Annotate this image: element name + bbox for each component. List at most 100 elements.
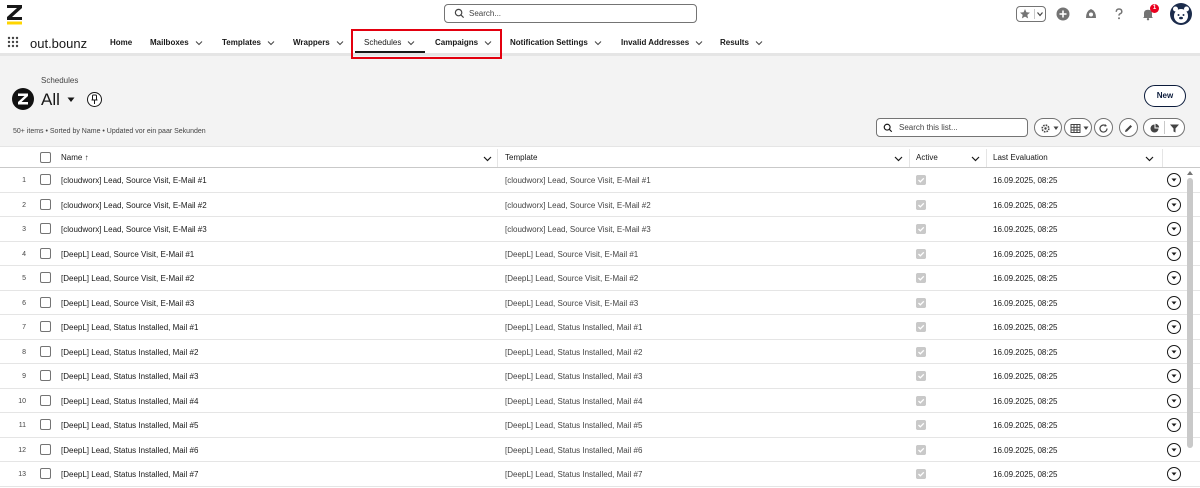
template-link[interactable]: [cloudworx] Lead, Source Visit, E-Mail #… (505, 176, 651, 185)
z-logo-icon[interactable] (6, 3, 24, 25)
column-header-last-evaluation[interactable]: Last Evaluation (993, 153, 1048, 162)
row-checkbox[interactable] (40, 419, 51, 430)
chevron-down-icon[interactable] (594, 39, 602, 47)
row-checkbox[interactable] (40, 468, 51, 479)
chevron-down-icon[interactable] (195, 39, 203, 47)
schedule-name-link[interactable]: [DeepL] Lead, Status Installed, Mail #7 (61, 470, 198, 479)
chevron-down-icon[interactable] (695, 39, 703, 47)
chart-filter-group[interactable] (1143, 118, 1185, 137)
row-checkbox[interactable] (40, 370, 51, 381)
nav-item-invalid-addresses[interactable]: Invalid Addresses (621, 38, 703, 47)
column-divider[interactable] (497, 149, 498, 167)
schedule-name-link[interactable]: [cloudworx] Lead, Source Visit, E-Mail #… (61, 201, 207, 210)
template-link[interactable]: [DeepL] Lead, Source Visit, E-Mail #2 (505, 274, 638, 283)
nav-item-notification-settings[interactable]: Notification Settings (510, 38, 602, 47)
row-checkbox[interactable] (40, 394, 51, 406)
column-header-name[interactable]: Name ↑ (61, 153, 89, 162)
nav-item-results[interactable]: Results (720, 38, 763, 47)
row-checkbox[interactable] (40, 223, 51, 234)
template-link[interactable]: [DeepL] Lead, Status Installed, Mail #5 (505, 421, 642, 430)
row-action-button[interactable] (1167, 173, 1181, 187)
template-link[interactable]: [DeepL] Lead, Status Installed, Mail #4 (505, 397, 642, 406)
template-link[interactable]: [DeepL] Lead, Status Installed, Mail #7 (505, 470, 642, 479)
schedule-name-link[interactable]: [DeepL] Lead, Status Installed, Mail #2 (61, 348, 198, 357)
chevron-down-icon[interactable] (1036, 10, 1044, 18)
select-all-checkbox[interactable] (40, 152, 51, 163)
table-row[interactable]: 5 [DeepL] Lead, Source Visit, E-Mail #2 [D… (0, 266, 1200, 291)
column-divider[interactable] (986, 149, 987, 167)
row-action-button[interactable] (1167, 295, 1181, 310)
template-link[interactable]: [cloudworx] Lead, Source Visit, E-Mail #… (505, 201, 651, 210)
chevron-down-icon[interactable] (971, 154, 980, 163)
avatar[interactable] (1170, 3, 1192, 25)
chevron-down-icon[interactable] (483, 154, 492, 163)
list-view-title[interactable]: All (41, 90, 60, 110)
list-view-picker-icon[interactable] (67, 97, 75, 103)
template-link[interactable]: [DeepL] Lead, Status Installed, Mail #2 (505, 348, 642, 357)
edit-button[interactable] (1119, 118, 1138, 137)
row-action-button[interactable] (1167, 393, 1181, 408)
row-action-button[interactable] (1167, 197, 1181, 212)
schedule-name-link[interactable]: [DeepL] Lead, Status Installed, Mail #6 (61, 446, 198, 455)
table-row[interactable]: 11 [DeepL] Lead, Status Installed, Mail #… (0, 413, 1200, 438)
schedule-name-link[interactable]: [DeepL] Lead, Source Visit, E-Mail #1 (61, 250, 194, 259)
table-row[interactable]: 12 [DeepL] Lead, Status Installed, Mail #… (0, 437, 1200, 462)
global-search[interactable]: Search... (444, 4, 697, 23)
nav-item-home[interactable]: Home (110, 38, 132, 47)
row-action-button[interactable] (1167, 418, 1181, 432)
help-icon[interactable] (1112, 7, 1126, 21)
nav-item-mailboxes[interactable]: Mailboxes (150, 38, 203, 47)
table-row[interactable]: 2 [cloudworx] Lead, Source Visit, E-Mail … (0, 192, 1200, 217)
schedule-name-link[interactable]: [DeepL] Lead, Status Installed, Mail #3 (61, 372, 198, 381)
schedule-name-link[interactable]: [DeepL] Lead, Source Visit, E-Mail #3 (61, 299, 194, 308)
schedule-name-link[interactable]: [DeepL] Lead, Status Installed, Mail #5 (61, 421, 198, 430)
schedule-name-link[interactable]: [DeepL] Lead, Source Visit, E-Mail #2 (61, 274, 194, 283)
schedule-name-link[interactable]: [cloudworx] Lead, Source Visit, E-Mail #… (61, 176, 207, 185)
table-row[interactable]: 4 [DeepL] Lead, Source Visit, E-Mail #1 [D… (0, 241, 1200, 266)
list-settings-button[interactable] (1034, 118, 1062, 137)
schedule-name-link[interactable]: [cloudworx] Lead, Source Visit, E-Mail #… (61, 225, 207, 234)
chevron-down-icon[interactable] (336, 39, 344, 47)
chevron-down-icon[interactable] (267, 39, 275, 47)
template-link[interactable]: [cloudworx] Lead, Source Visit, E-Mail #… (505, 225, 651, 234)
chevron-down-icon[interactable] (755, 39, 763, 47)
table-row[interactable]: 3 [cloudworx] Lead, Source Visit, E-Mail … (0, 217, 1200, 242)
row-checkbox[interactable] (40, 345, 51, 357)
list-search-input[interactable]: Search this list... (876, 118, 1028, 137)
row-checkbox[interactable] (40, 198, 51, 210)
template-link[interactable]: [DeepL] Lead, Status Installed, Mail #6 (505, 446, 642, 455)
template-link[interactable]: [DeepL] Lead, Status Installed, Mail #1 (505, 323, 642, 332)
table-row[interactable]: 1 [cloudworx] Lead, Source Visit, E-Mail … (0, 168, 1200, 193)
row-checkbox[interactable] (40, 272, 51, 283)
filter-icon[interactable] (1169, 123, 1180, 134)
table-row[interactable]: 9 [DeepL] Lead, Status Installed, Mail #3… (0, 364, 1200, 389)
row-action-button[interactable] (1167, 344, 1181, 359)
row-checkbox[interactable] (40, 321, 51, 332)
table-row[interactable]: 6 [DeepL] Lead, Source Visit, E-Mail #3 [D… (0, 290, 1200, 315)
row-checkbox[interactable] (40, 247, 51, 259)
row-action-button[interactable] (1167, 442, 1181, 457)
schedule-name-link[interactable]: [DeepL] Lead, Status Installed, Mail #4 (61, 397, 198, 406)
row-action-button[interactable] (1167, 246, 1181, 261)
app-launcher-icon[interactable] (7, 36, 19, 48)
new-button[interactable]: New (1144, 85, 1186, 107)
template-link[interactable]: [DeepL] Lead, Source Visit, E-Mail #3 (505, 299, 638, 308)
pin-button[interactable] (87, 92, 102, 107)
row-action-button[interactable] (1167, 222, 1181, 236)
refresh-button[interactable] (1094, 118, 1113, 137)
chevron-down-icon[interactable] (1145, 154, 1154, 163)
add-icon[interactable] (1056, 7, 1070, 21)
row-action-button[interactable] (1167, 467, 1181, 481)
trailhead-icon[interactable] (1084, 7, 1098, 21)
template-link[interactable]: [DeepL] Lead, Source Visit, E-Mail #1 (505, 250, 638, 259)
row-action-button[interactable] (1167, 369, 1181, 383)
display-as-button[interactable] (1064, 118, 1092, 137)
column-header-template[interactable]: Template (505, 153, 537, 162)
column-header-active[interactable]: Active (916, 153, 938, 162)
schedule-name-link[interactable]: [DeepL] Lead, Status Installed, Mail #1 (61, 323, 198, 332)
table-row[interactable]: 10 [DeepL] Lead, Status Installed, Mail #… (0, 388, 1200, 413)
nav-item-templates[interactable]: Templates (222, 38, 275, 47)
table-row[interactable]: 8 [DeepL] Lead, Status Installed, Mail #2… (0, 339, 1200, 364)
scrollbar-thumb[interactable] (1187, 178, 1193, 448)
row-checkbox[interactable] (40, 443, 51, 455)
